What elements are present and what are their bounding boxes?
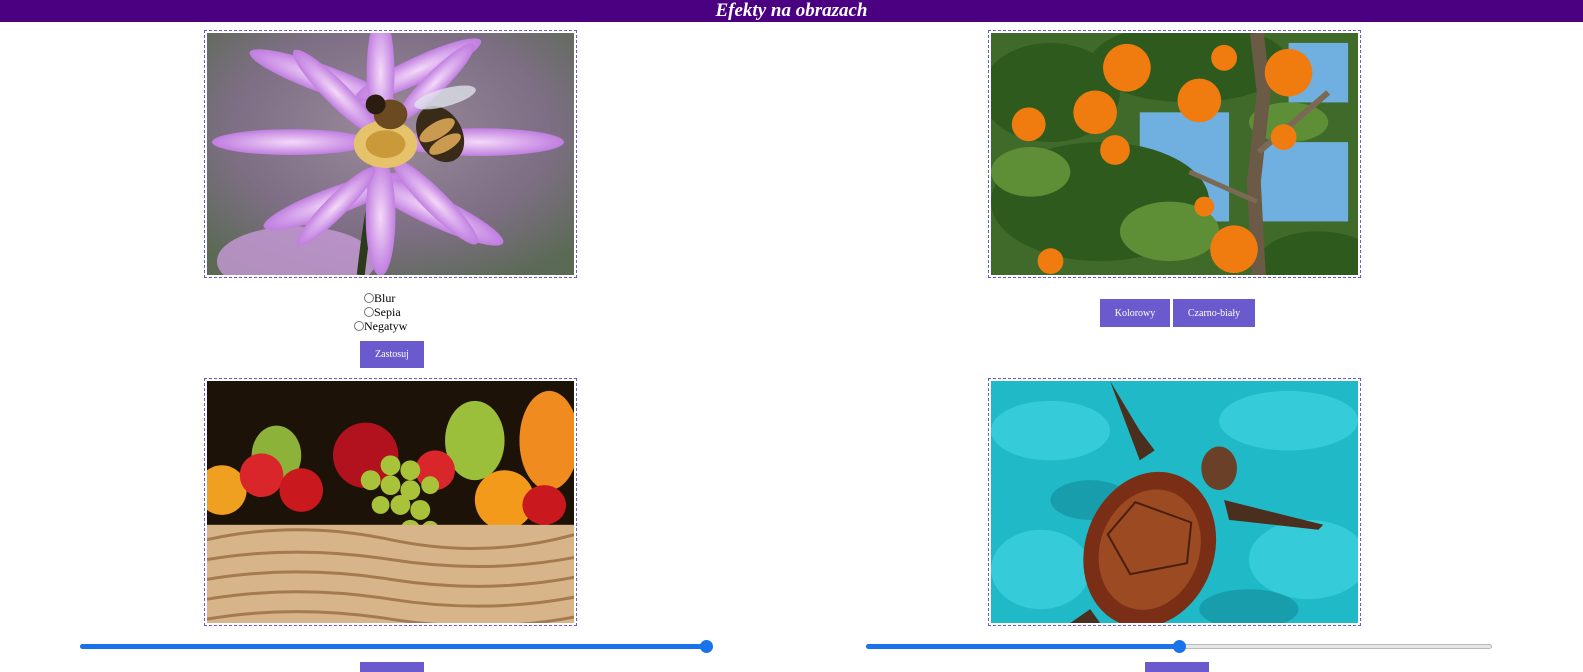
brightness-slider[interactable] [866, 639, 1492, 655]
negative-radio[interactable] [354, 321, 364, 331]
fruit-basket-image-frame [204, 378, 577, 626]
slider-fill [80, 644, 706, 649]
blur-slider[interactable] [80, 639, 713, 655]
sea-turtle-image [991, 381, 1358, 623]
fruit-basket-image [207, 381, 574, 623]
slider-thumb[interactable] [700, 640, 713, 653]
slider-apply-button-right[interactable] [1145, 662, 1209, 672]
page-title: Efekty na obrazach [0, 0, 1583, 22]
slider-thumb[interactable] [1173, 640, 1186, 653]
orange-tree-image [991, 33, 1358, 275]
blur-label: Blur [374, 291, 396, 305]
option-blur[interactable]: Blur [364, 291, 424, 305]
sepia-label: Sepia [374, 305, 401, 319]
apply-button[interactable]: Zastosuj [360, 341, 424, 368]
sea-turtle-image-frame [988, 378, 1361, 626]
option-sepia[interactable]: Sepia [364, 305, 424, 319]
color-button[interactable]: Kolorowy [1100, 299, 1170, 327]
option-negative[interactable]: Negatyw [354, 319, 424, 333]
bee-flower-image [207, 33, 574, 275]
sepia-radio[interactable] [364, 307, 374, 317]
slider-fill [866, 644, 1179, 649]
slider-apply-button-left[interactable] [360, 662, 424, 672]
blur-radio[interactable] [364, 293, 374, 303]
negative-label: Negatyw [364, 319, 408, 333]
bee-flower-image-frame [204, 30, 577, 278]
black-white-button[interactable]: Czarno-biały [1173, 299, 1255, 327]
effect-options: Blur Sepia Negatyw [354, 291, 424, 333]
orange-tree-image-frame [988, 30, 1361, 278]
